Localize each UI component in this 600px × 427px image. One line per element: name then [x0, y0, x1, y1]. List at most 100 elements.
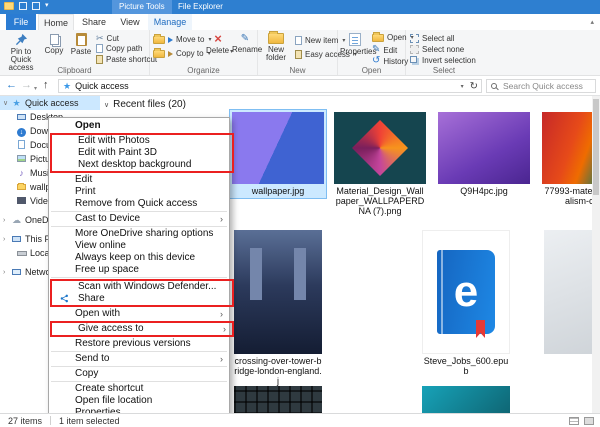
- new-folder-button[interactable]: New folder: [260, 31, 292, 62]
- menu-item-give-access-to[interactable]: Give access to ›: [52, 323, 232, 335]
- edit-button[interactable]: ✎ Edit: [372, 45, 397, 55]
- menu-item-create-shortcut[interactable]: Create shortcut: [49, 383, 229, 395]
- tab-manage[interactable]: Manage: [148, 14, 192, 30]
- delete-button[interactable]: × Delete▾: [206, 32, 233, 56]
- tab-home[interactable]: Home: [38, 14, 74, 30]
- menu-item-more-onedrive-sharing-options[interactable]: More OneDrive sharing options: [49, 228, 229, 240]
- desktop-icon: [17, 114, 26, 120]
- forward-button[interactable]: →: [21, 79, 32, 92]
- annotation-box-1: Edit with Photos Edit with Paint 3D Next…: [50, 133, 234, 173]
- up-button[interactable]: ↑: [43, 79, 49, 92]
- file-tile-teal[interactable]: [420, 384, 512, 413]
- scrollbar-thumb[interactable]: [593, 99, 599, 195]
- title-bar: ▾ Picture Tools File Explorer: [0, 0, 600, 14]
- ribbon-group-select: Select all Select none Invert selection …: [406, 30, 482, 75]
- address-box[interactable]: ★ Quick access ▾ ↻: [58, 79, 482, 93]
- copy-path-button[interactable]: Copy path: [96, 44, 142, 53]
- details-view-icon[interactable]: [569, 416, 579, 425]
- thumbnail-view-icon[interactable]: [584, 416, 594, 425]
- group-header[interactable]: ∨ Recent files (20): [104, 99, 186, 110]
- annotation-box-3: Give access to ›: [50, 321, 234, 337]
- copy-arrow-icon: [168, 50, 173, 57]
- menu-item-copy[interactable]: Copy: [49, 368, 229, 380]
- history-icon: ↺: [372, 55, 381, 66]
- submenu-arrow-icon: ›: [223, 324, 226, 334]
- search-box[interactable]: [486, 79, 596, 93]
- expand-chevron-icon[interactable]: ›: [3, 217, 11, 224]
- back-button[interactable]: ←: [6, 79, 17, 92]
- collapse-chevron-icon[interactable]: ∨: [3, 99, 11, 107]
- expand-chevron-icon[interactable]: ›: [3, 236, 11, 243]
- ribbon-group-open: Properties Open ▾ ✎ Edit ↺ History Open: [338, 30, 414, 75]
- menu-item-open-with[interactable]: Open with ›: [49, 308, 229, 320]
- breadcrumb-location[interactable]: Quick access: [75, 81, 129, 91]
- file-tile-steve-jobs-epub[interactable]: e Steve_Jobs_600.epub: [420, 228, 512, 378]
- context-menu: Open Edit with Photos Edit with Paint 3D…: [48, 117, 234, 422]
- menu-item-open-file-location[interactable]: Open file location: [49, 395, 229, 407]
- menu-item-cast-to-device[interactable]: Cast to Device ›: [49, 213, 229, 225]
- menu-item-share[interactable]: Share: [52, 293, 232, 305]
- onedrive-cloud-icon: ☁: [12, 215, 21, 225]
- minimize-ribbon-icon[interactable]: ▴: [590, 18, 594, 26]
- file-tile-77993[interactable]: 77993-material-minimalism-colorf: [540, 110, 600, 208]
- group-collapse-icon[interactable]: ∨: [104, 101, 109, 109]
- menu-item-always-keep-on-this-device[interactable]: Always keep on this device: [49, 252, 229, 264]
- ribbon: Pin to Quick access Copy Paste ✂ Cut Cop…: [0, 30, 600, 76]
- quick-access-star-icon: ★: [63, 80, 72, 91]
- refresh-icon[interactable]: ↻: [470, 81, 478, 92]
- qat-customize-icon[interactable]: ▾: [45, 2, 49, 10]
- paste-button[interactable]: Paste: [68, 32, 94, 56]
- invert-selection-button[interactable]: Invert selection: [410, 56, 476, 65]
- copy-button[interactable]: Copy: [42, 33, 66, 55]
- edge-logo-icon: e: [453, 267, 479, 316]
- paste-shortcut-icon: [96, 55, 103, 64]
- search-input[interactable]: [501, 80, 595, 92]
- submenu-arrow-icon: ›: [220, 354, 223, 364]
- menu-item-edit[interactable]: Edit: [49, 174, 229, 186]
- menu-item-scan-with-windows-defender[interactable]: Scan with Windows Defender...: [52, 281, 232, 293]
- tab-share[interactable]: Share: [76, 14, 112, 30]
- menu-separator: [51, 381, 227, 382]
- menu-item-send-to[interactable]: Send to ›: [49, 353, 229, 365]
- file-tile-material-design[interactable]: Material_Design_Wallpaper_WALLPAPERDNA (…: [332, 110, 428, 218]
- menu-item-open[interactable]: Open: [49, 120, 229, 132]
- recent-locations-chevron-icon[interactable]: ▾: [34, 83, 37, 96]
- cut-button[interactable]: ✂ Cut: [96, 33, 119, 44]
- select-all-button[interactable]: Select all: [410, 34, 454, 43]
- paste-shortcut-button[interactable]: Paste shortcut: [96, 55, 157, 64]
- menu-item-restore-previous-versions[interactable]: Restore previous versions: [49, 338, 229, 350]
- menu-item-next-desktop-background[interactable]: Next desktop background: [52, 159, 232, 171]
- qat-new-folder-icon[interactable]: [32, 2, 40, 10]
- menu-item-view-online[interactable]: View online: [49, 240, 229, 252]
- menu-item-print[interactable]: Print: [49, 186, 229, 198]
- menu-item-edit-with-photos[interactable]: Edit with Photos: [52, 135, 232, 147]
- file-tile-tower-bridge[interactable]: crossing-over-tower-bridge-london-englan…: [232, 228, 324, 388]
- properties-button[interactable]: Properties: [340, 32, 376, 56]
- history-button[interactable]: ↺ History: [372, 56, 408, 66]
- expand-chevron-icon[interactable]: ›: [3, 269, 11, 276]
- vertical-scrollbar[interactable]: [592, 96, 600, 413]
- paste-icon: [75, 33, 87, 46]
- window-title: File Explorer: [178, 2, 223, 11]
- menu-item-remove-from-quick-access[interactable]: Remove from Quick access: [49, 198, 229, 210]
- copy-icon: [49, 34, 59, 45]
- ribbon-group-clipboard: Pin to Quick access Copy Paste ✂ Cut Cop…: [0, 30, 157, 75]
- qat-properties-icon[interactable]: [19, 2, 27, 10]
- tab-view[interactable]: View: [114, 14, 146, 30]
- menu-item-edit-with-paint-3d[interactable]: Edit with Paint 3D: [52, 147, 232, 159]
- file-thumbnail: [422, 386, 510, 413]
- copy-to-button[interactable]: Copy to ▾: [153, 47, 211, 58]
- move-to-button[interactable]: Move to ▾: [153, 33, 211, 44]
- file-tile-wallpaper[interactable]: wallpaper.jpg: [229, 109, 327, 199]
- tab-file[interactable]: File: [6, 14, 36, 30]
- search-icon: [491, 83, 497, 89]
- menu-separator: [51, 351, 227, 352]
- file-tile-q9h4pc[interactable]: Q9H4pc.jpg: [436, 110, 532, 198]
- address-dropdown-icon[interactable]: ▾: [461, 83, 464, 90]
- select-none-button[interactable]: Select none: [410, 45, 464, 54]
- sidebar-item-quick-access[interactable]: ∨ ★ Quick access: [0, 96, 100, 110]
- file-tile-metal-grid[interactable]: [232, 384, 324, 413]
- menu-item-free-up-space[interactable]: Free up space: [49, 264, 229, 276]
- epub-book-cover: e: [437, 250, 495, 338]
- rename-button[interactable]: ✎ Rename: [232, 33, 262, 54]
